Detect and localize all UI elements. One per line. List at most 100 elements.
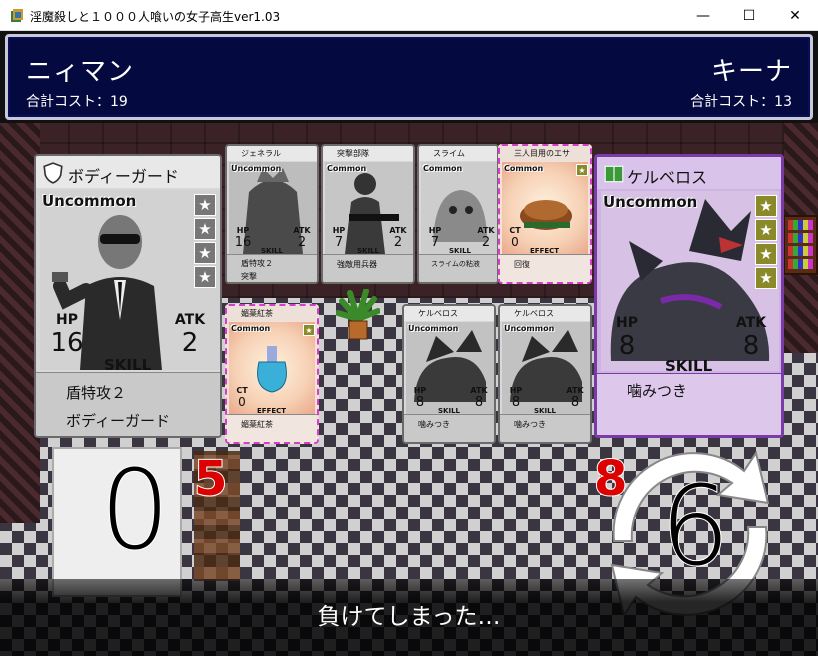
star-icon: ★ (755, 219, 777, 241)
card-rarity: Common (327, 164, 367, 173)
card-cerberus-b[interactable]: ケルベロス Uncommon HP 8 ATK 8 SKILL 噛みつき (498, 304, 592, 444)
skill-entry: 突撃 (241, 272, 257, 281)
card-rarity: Common (423, 164, 463, 173)
star-icon: ★ (755, 243, 777, 265)
card-bodyguard[interactable]: ボディーガード Uncommon ★ ★ ★ ★ HP 16 ATK 2 SKI… (34, 154, 222, 438)
star-icon: ★ (755, 195, 777, 217)
star-rating: ★ ★ ★ ★ (194, 194, 216, 288)
atk-value: 8 (570, 395, 580, 410)
atk-stat: ATK 2 (166, 312, 214, 358)
app-icon (11, 9, 23, 22)
hp-stat: HP 8 (504, 386, 528, 410)
card-title: ジェネラル (227, 146, 317, 161)
card-title: 媚薬紅茶 (227, 306, 317, 321)
card-cerberus-main[interactable]: ケルベロス Uncommon ★ ★ ★ ★ HP 8 ATK 8 SKILL … (594, 154, 784, 438)
atk-label: ATK (174, 312, 206, 328)
atk-label: ATK (293, 226, 311, 235)
ct-value: 0 (238, 395, 246, 409)
close-icon: ✕ (789, 7, 801, 24)
potted-plant-icon (336, 289, 380, 340)
ct-value: 0 (511, 235, 519, 249)
hp-value: 16 (234, 235, 252, 250)
skill-entry: 噛みつき (418, 420, 450, 429)
card-rarity: Common (504, 164, 544, 173)
skill-entry: 噛みつき (514, 420, 546, 429)
hp-value: 16 (50, 328, 84, 358)
card-rarity: Common (231, 324, 271, 333)
card-skills: 噛みつき (404, 414, 494, 442)
card-rarity: Uncommon (603, 193, 698, 211)
atk-stat: ATK 2 (289, 226, 315, 250)
card-title: 突撃部隊 (323, 146, 413, 161)
hp-label: HP (332, 226, 346, 235)
card-rarity: Uncommon (504, 324, 555, 333)
hp-label: HP (509, 386, 523, 395)
hp-stat: HP 16 (231, 226, 255, 250)
ct-label: CT (509, 226, 521, 235)
ct-stat: CT 0 (506, 226, 524, 249)
hp-stat: HP 7 (423, 226, 447, 250)
ct-label: CT (236, 386, 248, 395)
card-assault-squad[interactable]: 突撃部隊 Common HP 7 ATK 2 SKILL 強敵用兵器 (321, 144, 415, 284)
atk-label: ATK (566, 386, 584, 395)
star-icon: ★ (576, 164, 588, 176)
player-name-left: ニィマン (26, 57, 135, 87)
game-screen: ニィマン 合計コスト：19 キーナ 合計コスト：13 ボディーガード Uncom… (0, 31, 818, 656)
card-aphrodisiac-tea[interactable]: 媚薬紅茶 Common ★ CT 0 EFFECT 媚薬紅茶 (225, 304, 319, 444)
atk-value: 8 (474, 395, 484, 410)
cost-label: 合計コスト： (26, 94, 110, 110)
star-icon: ★ (194, 242, 216, 264)
minimize-icon: — (696, 7, 710, 24)
hp-stat: HP 8 (408, 386, 432, 410)
card-general[interactable]: ジェネラル Uncommon HP 16 ATK 2 SKILL 盾特攻２ 突撃 (225, 144, 319, 284)
cost-label: 合計コスト： (690, 94, 775, 110)
card-bait[interactable]: 三人目用のエサ Common ★ CT 0 EFFECT 回復 (498, 144, 592, 284)
skill-entry: 噛みつき (627, 382, 688, 400)
skill-entry: 盾特攻２ (241, 259, 273, 268)
right-damage: 8 (593, 451, 628, 507)
star-icon: ★ (194, 266, 216, 288)
ct-stat: CT 0 (233, 386, 251, 409)
atk-value: 2 (297, 235, 307, 250)
right-score: 6 (659, 462, 731, 590)
atk-stat: ATK 2 (385, 226, 411, 250)
card-skills: 盾特攻２ ボディーガード (36, 372, 220, 436)
hp-value: 7 (430, 235, 440, 250)
maximize-button[interactable]: ☐ (726, 0, 772, 31)
minimize-button[interactable]: — (680, 0, 726, 31)
card-effect: 回復 (500, 254, 590, 282)
atk-stat: ATK 8 (727, 315, 775, 361)
close-button[interactable]: ✕ (772, 0, 818, 31)
star-icon: ★ (303, 324, 315, 336)
skill-entry: 盾特攻２ (66, 384, 127, 402)
atk-label: ATK (735, 315, 767, 331)
star-icon: ★ (194, 194, 216, 216)
window-title: 淫魔殺しと１０００人喰いの女子高生ver1.03 (30, 10, 281, 24)
card-skills: スライムの粘液 (419, 254, 497, 282)
card-slime[interactable]: スライム Common HP 7 ATK 2 SKILL スライムの粘液 (417, 144, 499, 284)
hp-label: HP (428, 226, 442, 235)
effect-entry: 媚薬紅茶 (241, 420, 273, 429)
card-skills: 噛みつき (597, 373, 781, 435)
hp-stat: HP 8 (605, 315, 649, 361)
hp-value: 8 (511, 395, 521, 410)
left-score: 0 (99, 446, 171, 574)
hp-stat: HP 7 (327, 226, 351, 250)
card-rarity: Uncommon (408, 324, 459, 333)
atk-label: ATK (470, 386, 488, 395)
atk-stat: ATK 8 (466, 386, 492, 410)
card-title: スライム (419, 146, 497, 161)
skill-entry: 強敵用兵器 (337, 260, 377, 269)
hp-stat: HP 16 (46, 312, 88, 358)
cost-value: 19 (110, 94, 128, 110)
card-rarity: Uncommon (231, 164, 282, 173)
maximize-icon: ☐ (742, 7, 756, 24)
atk-value: 2 (181, 328, 199, 358)
window-titlebar: 淫魔殺しと１０００人喰いの女子高生ver1.03 — ☐ ✕ (0, 0, 818, 31)
card-skills: 強敵用兵器 (323, 254, 413, 282)
hp-label: HP (616, 315, 638, 331)
star-icon: ★ (194, 218, 216, 240)
hp-value: 8 (415, 395, 425, 410)
effect-entry: 回復 (514, 260, 530, 269)
card-cerberus-a[interactable]: ケルベロス Uncommon HP 8 ATK 8 SKILL 噛みつき (402, 304, 496, 444)
